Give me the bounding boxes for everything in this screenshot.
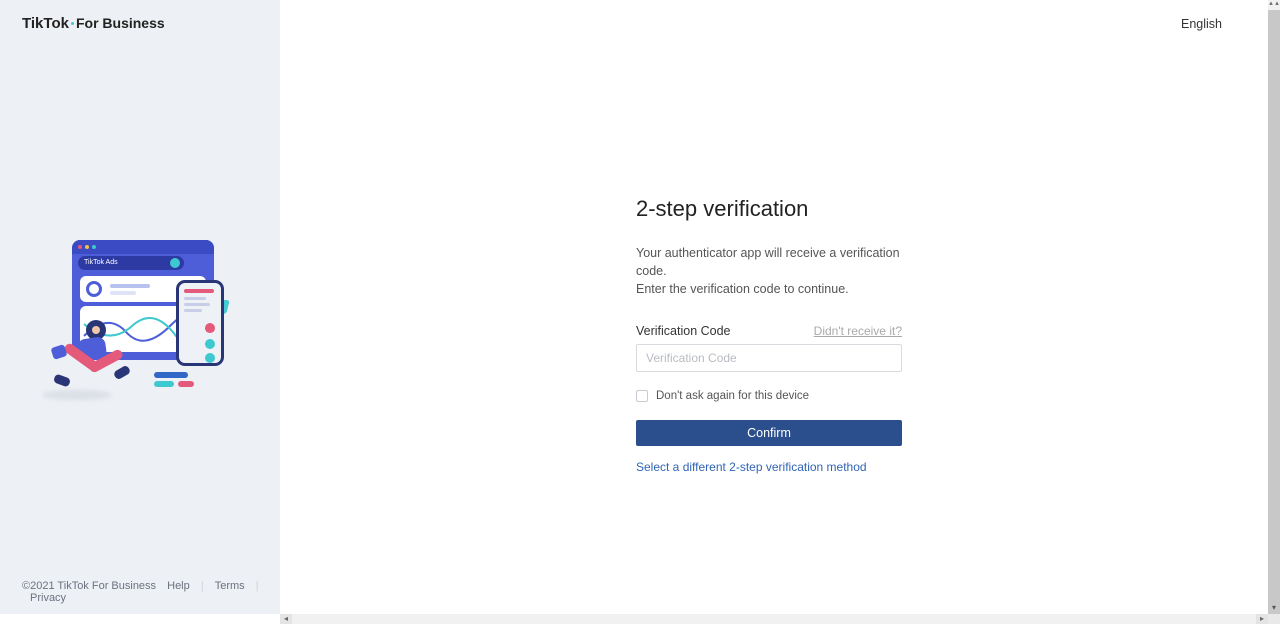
code-field-label: Verification Code bbox=[636, 324, 731, 338]
scroll-left-icon[interactable]: ◂ bbox=[280, 614, 292, 624]
sidebar-illustration: TikTok Ads bbox=[36, 240, 236, 410]
horizontal-scrollbar[interactable]: ◂ ▸ bbox=[280, 614, 1268, 624]
language-label: English bbox=[1181, 17, 1222, 31]
brand-dot-icon bbox=[71, 22, 74, 25]
verification-code-input[interactable] bbox=[636, 344, 902, 372]
confirm-button[interactable]: Confirm bbox=[636, 420, 902, 446]
remember-device-label: Don't ask again for this device bbox=[656, 390, 809, 402]
footer-link-privacy[interactable]: Privacy bbox=[30, 592, 66, 604]
illustration-badge-label: TikTok Ads bbox=[84, 259, 118, 266]
scrollbar-thumb[interactable] bbox=[1268, 10, 1280, 602]
scroll-down-icon[interactable]: ▾ bbox=[1268, 602, 1280, 614]
scroll-up-small2-icon[interactable]: ▴ bbox=[1274, 1, 1280, 7]
language-selector[interactable]: English bbox=[1181, 17, 1222, 31]
brand-logo: TikTok For Business bbox=[22, 15, 165, 32]
vertical-scrollbar[interactable]: ▴ ▴ ▾ bbox=[1268, 0, 1280, 624]
brand-name: TikTok bbox=[22, 15, 69, 32]
footer-link-help[interactable]: Help bbox=[167, 580, 190, 592]
footer: ©2021 TikTok For Business Help | Terms |… bbox=[22, 580, 280, 604]
footer-link-terms[interactable]: Terms bbox=[215, 580, 245, 592]
remember-device-checkbox[interactable] bbox=[636, 390, 648, 402]
main-content: English 2-step verification Your authent… bbox=[280, 0, 1257, 614]
left-sidebar: TikTok For Business bbox=[0, 0, 280, 614]
desc-line-1: Your authenticator app will receive a ve… bbox=[636, 246, 900, 278]
desc-line-2: Enter the verification code to continue. bbox=[636, 282, 849, 296]
alt-method-link[interactable]: Select a different 2-step verification m… bbox=[636, 460, 902, 474]
didnt-receive-link[interactable]: Didn't receive it? bbox=[814, 324, 902, 338]
brand-suffix: For Business bbox=[76, 15, 165, 31]
page-description: Your authenticator app will receive a ve… bbox=[636, 244, 902, 298]
scroll-right-icon[interactable]: ▸ bbox=[1256, 614, 1268, 624]
page-title: 2-step verification bbox=[636, 196, 902, 222]
verification-form: 2-step verification Your authenticator a… bbox=[636, 196, 902, 474]
scrollbar-corner bbox=[1268, 614, 1280, 624]
footer-copyright: ©2021 TikTok For Business bbox=[22, 580, 156, 592]
